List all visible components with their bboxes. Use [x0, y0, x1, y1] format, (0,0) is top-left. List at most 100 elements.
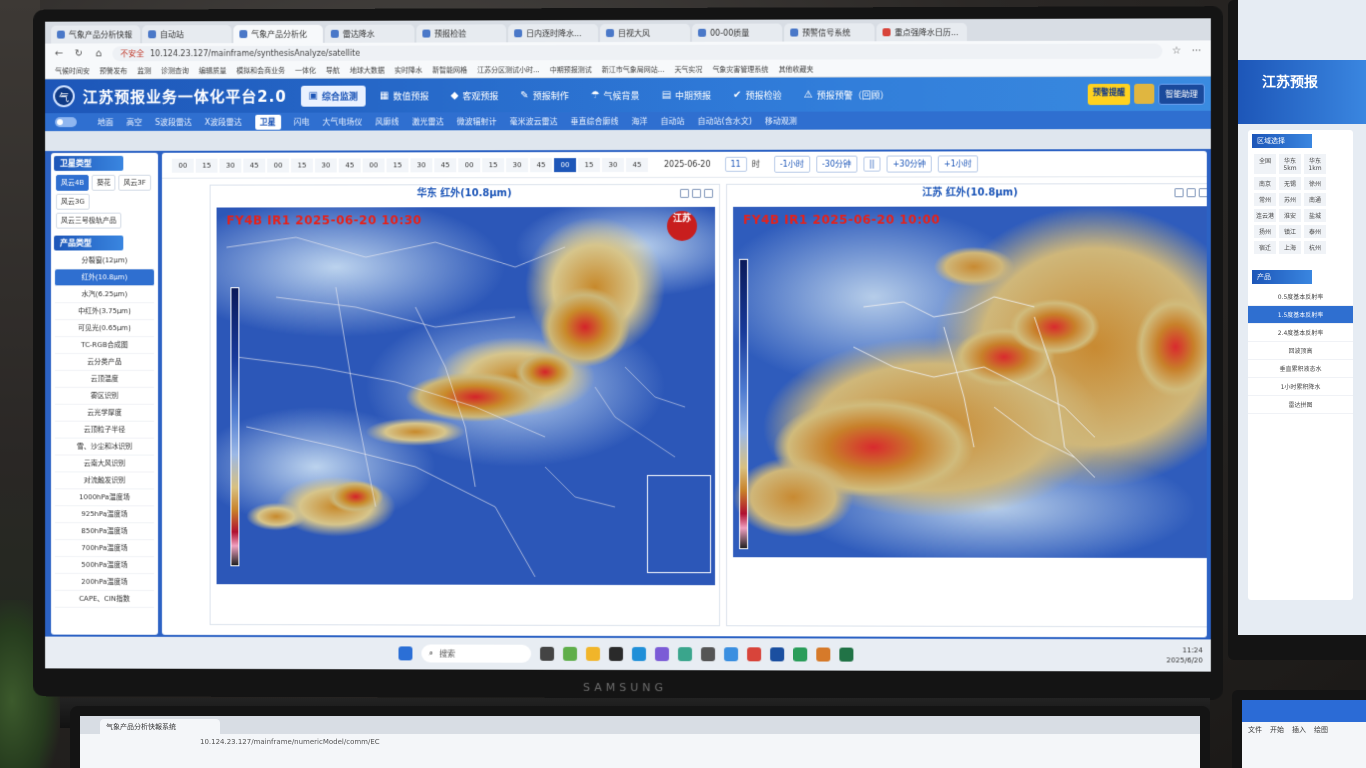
product-item[interactable]: 云分类产品 — [54, 353, 155, 371]
region-cell[interactable]: 南京 — [1254, 177, 1276, 190]
browser-tab[interactable]: 重点强降水日历... — [876, 23, 967, 42]
sat-type-button[interactable]: 风云三号极轨产品 — [55, 212, 122, 229]
forward-1h-button[interactable]: +1小时 — [937, 155, 978, 173]
home-icon[interactable]: ⌂ — [93, 48, 105, 59]
time-cell[interactable]: 45 — [530, 157, 553, 172]
region-cell[interactable]: 盐城 — [1304, 209, 1326, 222]
product-item[interactable]: 云顶粒子半径 — [54, 421, 155, 439]
forward-30m-button[interactable]: +30分钟 — [886, 155, 932, 173]
hour-select[interactable]: 11 — [724, 156, 747, 172]
browser-tab[interactable]: 自动站 — [142, 25, 232, 44]
excel-icon[interactable] — [838, 647, 853, 662]
bottom-browser-tab[interactable]: 气象产品分析快報系统 — [100, 719, 220, 734]
region-cell[interactable]: 扬州 — [1254, 225, 1276, 238]
browser-tab[interactable]: 预警信号系统 — [784, 23, 875, 42]
bookmark[interactable]: 气候时间安 — [55, 66, 90, 76]
product-item[interactable]: 对流触发识别 — [54, 472, 155, 490]
bookmark[interactable]: 模拟和会商业务 — [236, 65, 285, 75]
time-cell[interactable]: 15 — [291, 158, 313, 173]
product-item[interactable]: 云顶温度 — [54, 370, 155, 388]
browser-tab[interactable]: 雷达降水 — [324, 24, 415, 43]
bookmark[interactable]: 编辑质量 — [199, 66, 227, 76]
assistant-button[interactable]: 智能助理 — [1158, 83, 1205, 105]
region-cell[interactable]: 连云港 — [1254, 209, 1276, 222]
product-item[interactable]: 1000hPa温度场 — [54, 489, 155, 507]
browser-tab[interactable]: 气象产品分析快報 — [51, 25, 141, 44]
time-cell[interactable]: 30 — [314, 157, 337, 172]
expand-icon[interactable] — [1174, 188, 1184, 198]
product-item[interactable]: 雾区识别 — [54, 387, 155, 405]
bookmark[interactable]: 江苏分区测试小时... — [477, 65, 540, 75]
region-cell[interactable]: 苏州 — [1279, 193, 1301, 206]
ribbon-tab[interactable]: 开始 — [1270, 725, 1284, 735]
nav-objective[interactable]: ◆ 客观预报 — [443, 85, 507, 106]
time-cell[interactable]: 15 — [578, 157, 601, 172]
sub-nav-item[interactable]: 闪电 — [294, 116, 310, 127]
save-icon[interactable] — [692, 188, 702, 198]
app-icon[interactable] — [700, 647, 715, 662]
app-icon[interactable] — [562, 646, 577, 661]
product-item[interactable]: 中红外(3.75μm) — [54, 303, 155, 321]
menu-icon[interactable]: ⋯ — [1191, 45, 1203, 56]
browser-tab[interactable]: 00-00质量 — [692, 23, 783, 42]
sub-nav-item[interactable]: 海洋 — [632, 115, 648, 126]
sub-nav-item[interactable]: S波段雷达 — [155, 116, 192, 127]
time-cell[interactable]: 30 — [410, 157, 433, 172]
app-icon[interactable] — [746, 647, 761, 662]
nav-climate[interactable]: ☂ 气候背景 — [583, 84, 648, 105]
sat-type-button[interactable]: 风云4B — [55, 174, 89, 191]
sub-nav-item[interactable]: X波段雷达 — [205, 116, 242, 127]
satellite-image[interactable]: FY4B IR1 2025-06-20 10:30 江苏 — [216, 206, 716, 586]
app-icon[interactable] — [815, 647, 830, 662]
app-icon[interactable] — [792, 647, 807, 662]
sub-nav-item[interactable]: 风廓线 — [375, 116, 399, 127]
region-cell[interactable]: 镇江 — [1279, 225, 1301, 238]
bookmark[interactable]: 一体化 — [295, 65, 316, 75]
product-item-active[interactable]: 红外(10.8μm) — [54, 269, 155, 287]
region-cell[interactable]: 南通 — [1304, 193, 1326, 206]
app-icon[interactable] — [677, 647, 692, 662]
sub-nav-item[interactable]: 高空 — [126, 117, 142, 128]
product-item[interactable]: 500hPa温度场 — [54, 556, 155, 575]
time-cell[interactable]: 00 — [267, 158, 290, 173]
nav-warning[interactable]: ⚠ 预报预警（回顾） — [796, 84, 897, 105]
product-item[interactable]: TC-RGB合成图 — [54, 337, 155, 354]
time-cell[interactable]: 00 — [458, 157, 481, 172]
time-cell-active[interactable]: 00 — [554, 157, 577, 172]
bookmark[interactable]: 地球大数据 — [350, 65, 385, 75]
product-item[interactable]: 云南大风识别 — [54, 455, 155, 473]
back-1h-button[interactable]: -1小时 — [773, 155, 810, 173]
system-clock[interactable]: 11:24 2025/6/20 — [1167, 645, 1203, 665]
product-item[interactable]: 850hPa温度场 — [54, 523, 155, 541]
time-cell[interactable]: 30 — [602, 157, 625, 172]
product-item[interactable]: 雪、沙尘和冰识别 — [54, 438, 155, 456]
save-icon[interactable] — [1186, 188, 1196, 198]
nav-monitoring[interactable]: ▣ 综合监测 — [300, 85, 366, 107]
app-icon[interactable] — [608, 646, 623, 661]
time-cell[interactable]: 30 — [506, 157, 529, 172]
region-cell[interactable]: 淮安 — [1279, 209, 1301, 222]
task-view-icon[interactable] — [539, 646, 554, 661]
region-cell[interactable]: 华东5km — [1279, 154, 1301, 174]
sub-nav-item[interactable]: 大气电场仪 — [322, 116, 362, 127]
sat-type-button[interactable]: 风云3G — [55, 193, 90, 210]
browser-tab-active[interactable]: 气象产品分析化 — [233, 24, 323, 44]
product-item[interactable]: 云光学厚度 — [54, 404, 155, 422]
region-cell[interactable]: 全国 — [1254, 154, 1276, 174]
right-product-item[interactable]: 0.5度基本反射率 — [1248, 288, 1353, 306]
bookmark[interactable]: 诊测查询 — [161, 66, 189, 76]
product-item[interactable]: 925hPa温度场 — [54, 506, 155, 524]
sub-nav-item[interactable]: 垂直综合廓线 — [571, 116, 619, 127]
region-cell[interactable]: 徐州 — [1304, 177, 1326, 190]
windows-start-icon[interactable] — [398, 646, 412, 661]
product-item[interactable]: 水汽(6.25μm) — [54, 286, 155, 304]
fullscreen-icon[interactable] — [704, 188, 714, 198]
time-cell[interactable]: 15 — [482, 157, 505, 172]
edge-icon[interactable] — [631, 647, 646, 662]
browser-tab[interactable]: 预报检验 — [416, 24, 507, 43]
nav-nwp[interactable]: ▦ 数值预报 — [372, 85, 437, 106]
sub-nav-item[interactable]: 激光雷达 — [412, 116, 444, 127]
app-icon[interactable] — [723, 647, 738, 662]
sub-nav-item[interactable]: 自动站(含水文) — [698, 115, 752, 126]
time-cell[interactable]: 45 — [434, 157, 457, 172]
